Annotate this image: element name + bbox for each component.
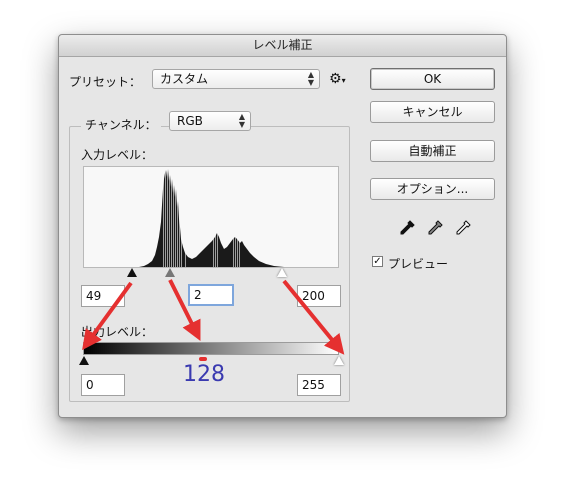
arrow-white-to-output xyxy=(282,279,345,355)
arrow-gamma-to-output xyxy=(168,279,201,341)
arrow-black-to-output xyxy=(82,281,133,351)
annotation-arrows xyxy=(82,279,345,355)
